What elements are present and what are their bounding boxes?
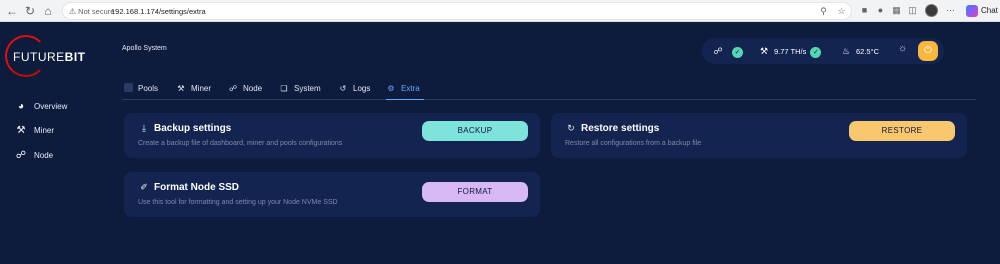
broom-icon: ✐ bbox=[140, 182, 148, 192]
sidebar-item-overview[interactable]: ◕ Overview bbox=[14, 99, 67, 115]
restore-settings-card: ↻ Restore settings Restore all configurat… bbox=[551, 113, 967, 158]
browser-toolbar: ← ↻ ⌂ ⚠ Not secure 192.168.1.174/settings… bbox=[0, 0, 1000, 22]
gear-icon: ⚙ bbox=[387, 84, 395, 93]
status-bar: ☍ ✓ ⚒ 9.77 TH/s ✓ ♨ 62.5°C ☼ ⏻ bbox=[702, 38, 944, 64]
network-icon: ☍ bbox=[228, 84, 238, 93]
tab-node[interactable]: ☍ Node bbox=[228, 80, 262, 100]
history-icon: ↺ bbox=[339, 84, 347, 93]
futurebit-logo[interactable]: FUTUREBIT bbox=[5, 35, 97, 85]
sidebar-item-node[interactable]: ☍ Node bbox=[14, 148, 53, 164]
not-secure-indicator[interactable]: ⚠ Not secure bbox=[69, 5, 114, 18]
extension-icon[interactable]: ■ bbox=[858, 4, 871, 17]
restore-button[interactable]: RESTORE bbox=[849, 121, 955, 141]
temperature-icon: ♨ bbox=[841, 46, 851, 56]
pools-icon bbox=[124, 83, 133, 92]
backup-settings-card: ⤓ Backup settings Create a backup file of… bbox=[124, 113, 540, 158]
sidebar-item-miner[interactable]: ⚒ Miner bbox=[14, 123, 55, 139]
gauge-icon: ◕ bbox=[17, 101, 25, 112]
theme-toggle-icon[interactable]: ☼ bbox=[898, 43, 907, 54]
warning-icon: ⚠ bbox=[69, 7, 77, 16]
home-icon[interactable]: ⌂ bbox=[40, 3, 56, 19]
backup-button[interactable]: BACKUP bbox=[422, 121, 528, 141]
copilot-chat-button[interactable]: Chat bbox=[966, 3, 998, 19]
network-icon: ☍ bbox=[713, 46, 723, 56]
sidebar: FUTUREBIT ◕ Overview ⚒ Miner ☍ Node bbox=[0, 23, 100, 264]
temperature-status[interactable]: ♨ 62.5°C bbox=[840, 44, 879, 58]
download-icon: ⤓ bbox=[142, 123, 146, 133]
tab-system[interactable]: ❏ System bbox=[279, 80, 320, 100]
reload-icon[interactable]: ↻ bbox=[22, 3, 38, 19]
check-icon: ✓ bbox=[732, 46, 743, 58]
node-status[interactable]: ☍ ✓ bbox=[712, 44, 743, 58]
pickaxe-icon: ⚒ bbox=[177, 84, 185, 93]
collections-icon[interactable]: ◫ bbox=[906, 4, 919, 17]
url-text[interactable]: 192.168.1.174/settings/extra bbox=[111, 5, 206, 18]
pickaxe-icon: ⚒ bbox=[759, 46, 769, 56]
hashrate-status[interactable]: ⚒ 9.77 TH/s ✓ bbox=[758, 44, 822, 58]
key-icon[interactable]: ⚲ bbox=[817, 5, 830, 18]
back-arrow-icon[interactable]: ← bbox=[4, 3, 20, 19]
tab-extra[interactable]: ⚙ Extra bbox=[386, 80, 424, 100]
format-button[interactable]: FORMAT bbox=[422, 182, 528, 202]
format-title: Format Node SSD bbox=[154, 182, 240, 193]
backup-title: Backup settings bbox=[154, 123, 232, 134]
tab-logs[interactable]: ↺ Logs bbox=[338, 80, 371, 100]
grammarly-icon[interactable]: ● bbox=[874, 4, 887, 17]
menu-dots-icon[interactable]: ⋯ bbox=[944, 4, 957, 17]
format-ssd-card: ✐ Format Node SSD Use this tool for forma… bbox=[124, 172, 540, 217]
pickaxe-icon: ⚒ bbox=[16, 125, 26, 136]
check-icon: ✓ bbox=[810, 46, 822, 58]
cube-icon: ❏ bbox=[280, 84, 288, 93]
profile-avatar[interactable] bbox=[925, 4, 938, 17]
refresh-icon: ↻ bbox=[567, 123, 575, 133]
restore-title: Restore settings bbox=[581, 123, 660, 134]
network-icon: ☍ bbox=[15, 150, 27, 161]
star-icon[interactable]: ☆ bbox=[835, 5, 848, 18]
address-bar[interactable]: ⚠ Not secure 192.168.1.174/settings/extra… bbox=[62, 2, 852, 20]
app-root: FUTUREBIT ◕ Overview ⚒ Miner ☍ Node Apollo … bbox=[0, 23, 1000, 264]
power-button[interactable]: ⏻ bbox=[918, 41, 938, 61]
tab-pools[interactable]: Pools bbox=[124, 80, 158, 100]
settings-tabs: Pools ⚒ Miner ☍ Node ❏ System ↺ Logs ⚙ Extra bbox=[122, 80, 976, 100]
backup-description: Create a backup file of dashboard, miner… bbox=[138, 140, 343, 147]
format-description: Use this tool for formatting and setting… bbox=[138, 199, 338, 206]
system-name: Apollo System bbox=[122, 45, 167, 52]
restore-description: Restore all configurations from a backup… bbox=[565, 140, 702, 147]
copilot-icon bbox=[966, 4, 978, 17]
puzzle-icon[interactable]: ▦ bbox=[890, 4, 903, 17]
tab-miner[interactable]: ⚒ Miner bbox=[176, 80, 211, 100]
